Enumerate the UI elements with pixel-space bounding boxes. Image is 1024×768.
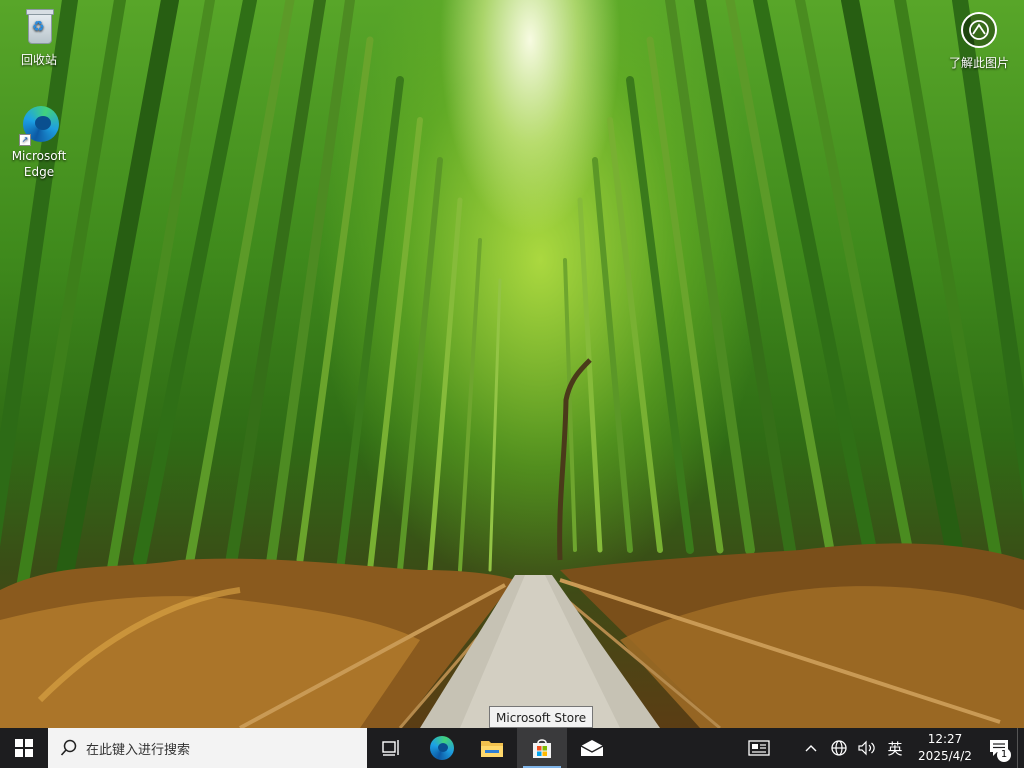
store-icon (533, 739, 551, 758)
desktop-wallpaper (0, 0, 1024, 728)
globe-network-icon (831, 740, 847, 756)
desktop-icon-label-line1: Microsoft (11, 149, 67, 163)
task-view-icon (382, 740, 399, 756)
taskbar-file-explorer-button[interactable] (467, 728, 517, 768)
windows-start-icon (15, 739, 33, 757)
notification-count-badge: 1 (997, 748, 1011, 762)
search-placeholder: 在此键入进行搜索 (86, 742, 191, 758)
task-view-button[interactable] (367, 728, 417, 768)
desktop-icon-recycle-bin[interactable]: ♻ 回收站 (2, 8, 76, 68)
clock-date: 2025/4/2 (918, 749, 972, 763)
edge-icon: ↗ (18, 104, 60, 146)
bamboo-forest-image (0, 0, 1024, 728)
shortcut-arrow-icon: ↗ (19, 134, 31, 146)
show-hidden-icons-button[interactable] (797, 728, 825, 768)
desktop-icon-label: 回收站 (20, 53, 57, 67)
folder-icon (481, 741, 503, 757)
recycle-bin-icon: ♻ (18, 8, 60, 50)
taskbar-clock[interactable]: 12:27 2025/4/2 (909, 728, 981, 768)
mail-icon (580, 740, 604, 756)
chevron-up-icon (805, 745, 817, 752)
tooltip-microsoft-store: Microsoft Store (489, 706, 594, 728)
edge-icon (430, 736, 454, 760)
desktop-icon-microsoft-edge[interactable]: ↗ Microsoft Edge (2, 104, 76, 180)
taskbar-mail-button[interactable] (567, 728, 617, 768)
camera-circle-icon (961, 12, 997, 48)
action-center-button[interactable]: 1 (981, 728, 1017, 768)
network-button[interactable] (825, 728, 853, 768)
desktop-icon-label-line2: Edge (23, 165, 55, 179)
about-this-picture-label: 了解此图片 (948, 56, 1009, 70)
clock-time: 12:27 (927, 732, 963, 746)
show-desktop-button[interactable] (1017, 728, 1024, 768)
taskbar-edge-button[interactable] (417, 728, 467, 768)
speaker-icon (858, 740, 875, 756)
taskbar-microsoft-store-button[interactable] (517, 728, 567, 768)
taskbar-search-box[interactable]: 在此键入进行搜索 (48, 728, 367, 768)
search-icon (60, 739, 77, 756)
start-button[interactable] (0, 728, 48, 768)
news-icon (748, 740, 770, 756)
about-this-picture[interactable]: 了解此图片 (934, 12, 1024, 71)
news-widget-button[interactable] (739, 728, 779, 768)
input-method-indicator[interactable]: 英 (881, 728, 909, 768)
taskbar: 在此键入进行搜索 英 12:27 2025/4/2 1 (0, 728, 1024, 768)
volume-button[interactable] (853, 728, 881, 768)
